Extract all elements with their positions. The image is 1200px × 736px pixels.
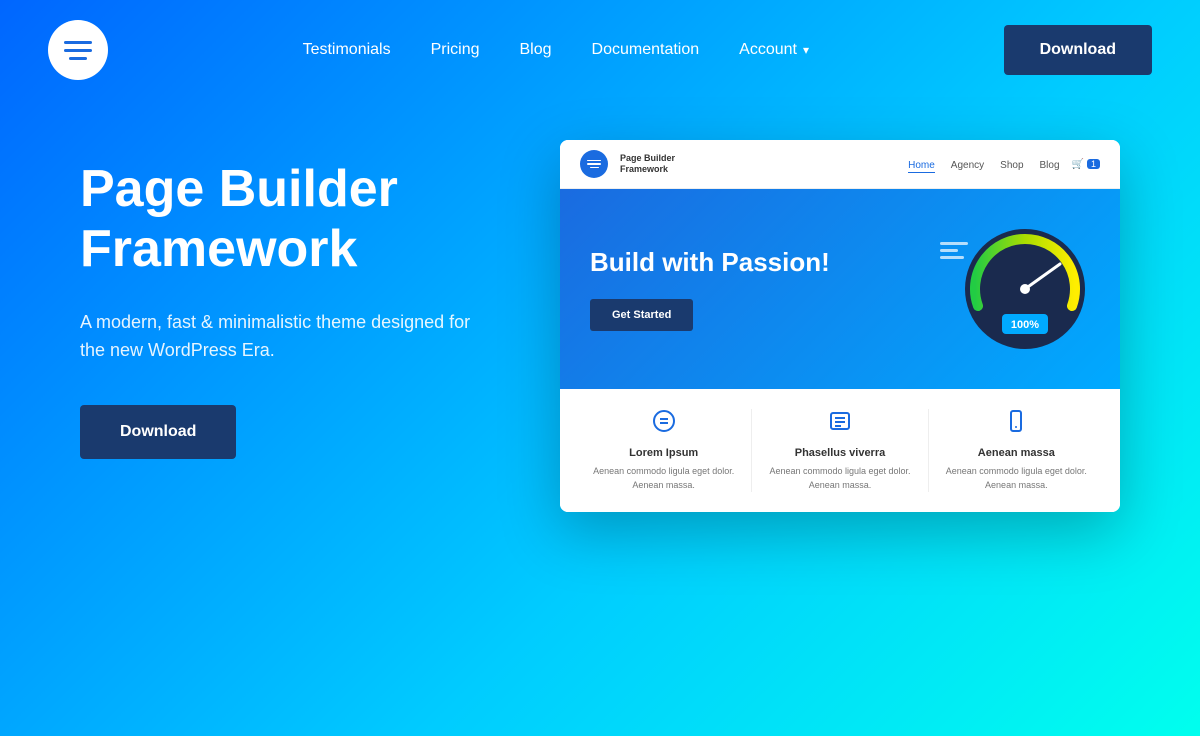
cart-icon: 🛒 — [1072, 159, 1084, 170]
preview-hero: Build with Passion! Get Started — [560, 189, 1120, 389]
mini-logo — [580, 150, 608, 178]
chevron-down-icon: ▾ — [803, 43, 809, 57]
nav-item-pricing[interactable]: Pricing — [431, 41, 480, 59]
feature-icon-2 — [762, 409, 917, 439]
hero-subtitle: A modern, fast & minimalistic theme desi… — [80, 308, 500, 366]
cart-badge: 1 — [1087, 159, 1100, 169]
speedometer: 100% — [960, 224, 1090, 354]
navbar: Testimonials Pricing Blog Documentation … — [0, 0, 1200, 100]
feature-icon-1 — [586, 409, 741, 439]
mini-cart[interactable]: 🛒 1 — [1072, 159, 1100, 170]
hero-text: Page Builder Framework A modern, fast & … — [80, 140, 500, 459]
logo[interactable] — [48, 20, 108, 80]
get-started-button[interactable]: Get Started — [590, 299, 693, 331]
preview-hero-text: Build with Passion! Get Started — [590, 247, 940, 330]
preview-card: Page BuilderFramework Home Agency Shop B… — [560, 140, 1120, 512]
feature-title-2: Phasellus viverra — [762, 447, 917, 459]
hero-section: Page Builder Framework A modern, fast & … — [0, 100, 1200, 512]
mini-nav-agency[interactable]: Agency — [951, 155, 984, 173]
nav-links: Testimonials Pricing Blog Documentation … — [303, 41, 809, 59]
feature-item-1: Lorem Ipsum Aenean commodo ligula eget d… — [576, 409, 752, 492]
mini-brand-text: Page BuilderFramework — [620, 153, 896, 175]
mini-nav-blog[interactable]: Blog — [1040, 155, 1060, 173]
feature-title-3: Aenean massa — [939, 447, 1094, 459]
preview-hero-title: Build with Passion! — [590, 247, 940, 278]
mini-nav-home[interactable]: Home — [908, 155, 935, 173]
nav-item-account[interactable]: Account ▾ — [739, 41, 809, 59]
hero-title: Page Builder Framework — [80, 160, 500, 280]
mini-navbar: Page BuilderFramework Home Agency Shop B… — [560, 140, 1120, 189]
svg-text:100%: 100% — [1011, 319, 1039, 331]
feature-icon-3 — [939, 409, 1094, 439]
speedometer-svg: 100% — [960, 224, 1090, 354]
nav-download-button[interactable]: Download — [1004, 25, 1152, 75]
nav-item-testimonials[interactable]: Testimonials — [303, 41, 391, 59]
speed-lines — [940, 242, 968, 259]
nav-item-documentation[interactable]: Documentation — [592, 41, 700, 59]
feature-item-2: Phasellus viverra Aenean commodo ligula … — [752, 409, 928, 492]
mini-nav-shop[interactable]: Shop — [1000, 155, 1023, 173]
feature-desc-2: Aenean commodo ligula eget dolor. Aenean… — [762, 465, 917, 492]
mini-nav-links: Home Agency Shop Blog — [908, 155, 1059, 173]
feature-desc-1: Aenean commodo ligula eget dolor. Aenean… — [586, 465, 741, 492]
feature-title-1: Lorem Ipsum — [586, 447, 741, 459]
preview-features: Lorem Ipsum Aenean commodo ligula eget d… — [560, 389, 1120, 512]
feature-desc-3: Aenean commodo ligula eget dolor. Aenean… — [939, 465, 1094, 492]
nav-item-blog[interactable]: Blog — [520, 41, 552, 59]
feature-item-3: Aenean massa Aenean commodo ligula eget … — [929, 409, 1104, 492]
hero-download-button[interactable]: Download — [80, 405, 236, 459]
logo-icon — [64, 41, 92, 60]
